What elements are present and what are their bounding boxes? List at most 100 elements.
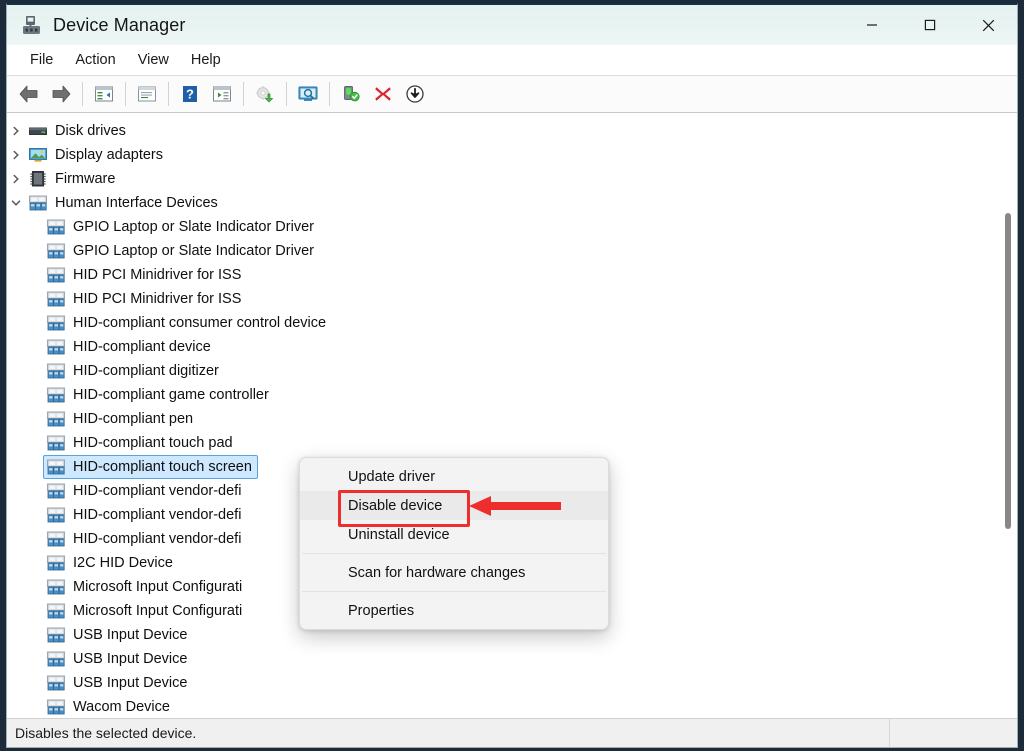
context-menu-item[interactable]: Scan for hardware changes xyxy=(300,558,608,587)
tree-item-content[interactable]: HID-compliant device xyxy=(43,335,217,359)
tree-item[interactable]: GPIO Laptop or Slate Indicator Driver xyxy=(7,215,1017,239)
tree-expander-empty xyxy=(25,695,43,718)
tree-item-content[interactable]: Disk drives xyxy=(25,119,132,143)
help-button[interactable]: ? xyxy=(174,79,206,109)
menu-view[interactable]: View xyxy=(127,49,180,71)
toolbar-separator xyxy=(286,82,287,106)
back-button[interactable] xyxy=(13,79,45,109)
maximize-button[interactable] xyxy=(901,5,959,45)
forward-button[interactable] xyxy=(45,79,77,109)
menu-file[interactable]: File xyxy=(19,49,64,71)
tree-item-content[interactable]: HID-compliant vendor-defi xyxy=(43,479,247,503)
tree-item-content[interactable]: GPIO Laptop or Slate Indicator Driver xyxy=(43,215,320,239)
tree-expander-expanded[interactable] xyxy=(7,191,25,215)
tree-item-content[interactable]: Wacom Device xyxy=(43,695,176,718)
action-pane-icon xyxy=(213,86,231,102)
toolbar-separator xyxy=(125,82,126,106)
tree-item-content[interactable]: HID-compliant vendor-defi xyxy=(43,527,247,551)
minimize-button[interactable] xyxy=(843,5,901,45)
show-hide-console-tree-button[interactable] xyxy=(88,79,120,109)
tree-item[interactable]: Display adapters xyxy=(7,143,1017,167)
update-driver-button[interactable] xyxy=(249,79,281,109)
tree-expander-collapsed[interactable] xyxy=(7,167,25,191)
menu-action[interactable]: Action xyxy=(64,49,126,71)
tree-item-content[interactable]: Human Interface Devices xyxy=(25,191,224,215)
tree-item-content[interactable]: HID-compliant game controller xyxy=(43,383,275,407)
tree-expander-empty xyxy=(25,311,43,335)
display-adapter-icon xyxy=(28,146,48,164)
tree-item-label: HID-compliant vendor-defi xyxy=(73,531,242,547)
tree-item-content[interactable]: HID PCI Minidriver for ISS xyxy=(43,287,247,311)
tree-item-content[interactable]: Microsoft Input Configurati xyxy=(43,575,248,599)
hid-icon xyxy=(47,555,65,571)
tree-item[interactable]: HID-compliant game controller xyxy=(7,383,1017,407)
context-menu-item[interactable]: Disable device xyxy=(300,491,608,520)
chevron-down-icon xyxy=(11,200,21,206)
tree-item-content[interactable]: Display adapters xyxy=(25,143,169,167)
tree-item[interactable]: HID-compliant touch pad xyxy=(7,431,1017,455)
hid-icon xyxy=(47,627,65,643)
tree-expander-collapsed[interactable] xyxy=(7,143,25,167)
scrollbar-thumb[interactable] xyxy=(1005,213,1011,529)
tree-item[interactable]: Firmware xyxy=(7,167,1017,191)
tree-item-label: Display adapters xyxy=(55,147,163,163)
context-menu-item[interactable]: Uninstall device xyxy=(300,520,608,549)
context-menu[interactable]: Update driver Disable device Uninstall dev… xyxy=(299,457,609,630)
back-arrow-icon xyxy=(19,85,38,103)
close-button[interactable] xyxy=(959,5,1017,45)
tree-item-content[interactable]: I2C HID Device xyxy=(43,551,179,575)
tree-expander-collapsed[interactable] xyxy=(7,119,25,143)
uninstall-device-button[interactable] xyxy=(367,79,399,109)
menu-help[interactable]: Help xyxy=(180,49,232,71)
tree-item-content[interactable]: USB Input Device xyxy=(43,623,193,647)
show-hide-action-pane-button[interactable] xyxy=(206,79,238,109)
properties-button[interactable] xyxy=(131,79,163,109)
tree-item-label: HID-compliant touch screen xyxy=(73,459,252,475)
tree-item[interactable]: Human Interface Devices xyxy=(7,191,1017,215)
tree-item-label: USB Input Device xyxy=(73,627,188,643)
tree-item[interactable]: HID-compliant device xyxy=(7,335,1017,359)
tree-item[interactable]: HID PCI Minidriver for ISS xyxy=(7,287,1017,311)
disable-device-button[interactable] xyxy=(399,79,431,109)
hid-icon xyxy=(46,218,66,236)
firmware-icon xyxy=(28,170,48,188)
tree-item[interactable]: USB Input Device xyxy=(7,671,1017,695)
hid-icon xyxy=(46,242,66,260)
context-menu-item[interactable]: Properties xyxy=(300,596,608,625)
tree-expander-empty xyxy=(25,287,43,311)
tree-item[interactable]: HID-compliant consumer control device xyxy=(7,311,1017,335)
hid-icon xyxy=(47,339,65,355)
tree-item-content[interactable]: Firmware xyxy=(25,167,121,191)
scan-for-hardware-changes-button[interactable] xyxy=(292,79,324,109)
tree-item-label: USB Input Device xyxy=(73,675,188,691)
tree-item-content[interactable]: USB Input Device xyxy=(43,671,193,695)
tree-item-content[interactable]: HID PCI Minidriver for ISS xyxy=(43,263,247,287)
tree-item-content[interactable]: HID-compliant pen xyxy=(43,407,199,431)
toolbar-separator xyxy=(168,82,169,106)
properties-window-icon xyxy=(138,86,156,102)
tree-item-content[interactable]: HID-compliant touch screen xyxy=(43,455,258,479)
tree-item[interactable]: GPIO Laptop or Slate Indicator Driver xyxy=(7,239,1017,263)
context-menu-item[interactable]: Update driver xyxy=(300,462,608,491)
vertical-scrollbar[interactable] xyxy=(1000,113,1016,718)
tree-item[interactable]: Wacom Device xyxy=(7,695,1017,718)
tree-item[interactable]: HID PCI Minidriver for ISS xyxy=(7,263,1017,287)
tree-item-content[interactable]: GPIO Laptop or Slate Indicator Driver xyxy=(43,239,320,263)
tree-item[interactable]: USB Input Device xyxy=(7,647,1017,671)
uninstall-red-x-icon xyxy=(375,87,391,101)
tree-item-content[interactable]: HID-compliant consumer control device xyxy=(43,311,332,335)
tree-item[interactable]: HID-compliant digitizer xyxy=(7,359,1017,383)
tree-expander-empty xyxy=(25,431,43,455)
tree-item[interactable]: Disk drives xyxy=(7,119,1017,143)
tree-item-content[interactable]: HID-compliant vendor-defi xyxy=(43,503,247,527)
tree-item-content[interactable]: HID-compliant touch pad xyxy=(43,431,239,455)
hid-icon xyxy=(47,579,65,595)
enable-device-button[interactable] xyxy=(335,79,367,109)
hid-icon xyxy=(47,315,65,331)
tree-item[interactable]: HID-compliant pen xyxy=(7,407,1017,431)
tree-item-content[interactable]: USB Input Device xyxy=(43,647,193,671)
tree-item-content[interactable]: Microsoft Input Configurati xyxy=(43,599,248,623)
tree-item-label: HID-compliant digitizer xyxy=(73,363,219,379)
tree-item-label: HID-compliant device xyxy=(73,339,211,355)
tree-item-content[interactable]: HID-compliant digitizer xyxy=(43,359,225,383)
